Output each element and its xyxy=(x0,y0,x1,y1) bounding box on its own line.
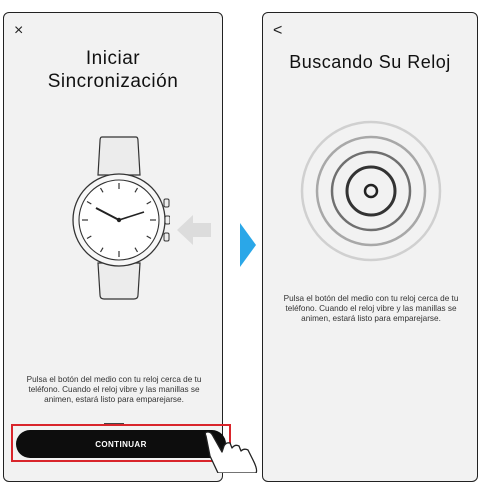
next-arrow-icon xyxy=(240,223,256,267)
pair-instruction: Pulsa el botón del medio con tu reloj ce… xyxy=(26,375,202,404)
pair-title-line1: Iniciar xyxy=(85,48,141,69)
search-title: Buscando Su Reloj xyxy=(289,52,451,72)
finger-pointer-icon xyxy=(204,431,258,473)
search-rings-icon xyxy=(300,120,442,262)
pair-title: Iniciar Sincronización xyxy=(4,47,222,93)
pair-title-line2: Sincronización xyxy=(47,71,179,92)
arrow-left-icon xyxy=(177,215,211,245)
search-instruction: Pulsa el botón del medio con tu reloj ce… xyxy=(283,294,459,323)
back-icon[interactable]: < xyxy=(273,23,289,39)
close-icon[interactable]: × xyxy=(14,23,30,39)
continue-button[interactable]: CONTINUAR xyxy=(16,430,226,458)
watch-illustration xyxy=(72,136,170,300)
